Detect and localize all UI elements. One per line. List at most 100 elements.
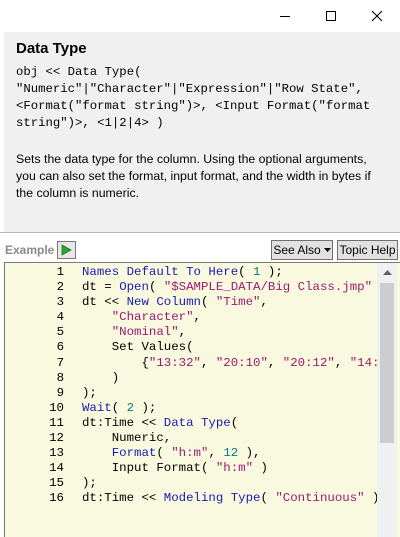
line-code: Set Values( <box>82 340 194 355</box>
help-syntax: obj << Data Type( "Numeric"|"Character"|… <box>16 65 371 130</box>
code-token: , <box>193 310 201 325</box>
line-code: ) <box>82 371 119 386</box>
code-token: ( <box>200 295 216 310</box>
code-token: "Character" <box>111 310 194 325</box>
line-code: ); <box>82 386 97 401</box>
code-token: Open <box>119 280 149 295</box>
minimize-button[interactable] <box>262 0 308 32</box>
run-script-icon <box>61 244 72 256</box>
code-token: "Nominal" <box>111 325 179 340</box>
line-code: dt:Time << Data Type( <box>82 416 238 431</box>
code-token: "h:m" <box>171 446 209 461</box>
chevron-down-icon <box>323 248 331 253</box>
code-token: ( <box>156 446 172 461</box>
code-token: , <box>334 355 350 370</box>
code-token: "h:m" <box>215 461 254 476</box>
code-line: 16 dt:Time << Modeling Type( "Continuous"… <box>5 491 387 506</box>
code-token: ) <box>253 461 268 476</box>
code-token: dt:Time << <box>82 491 164 506</box>
vertical-scrollbar[interactable] <box>377 263 397 537</box>
line-number: 10 <box>49 400 64 415</box>
code-token: 2 <box>126 400 135 415</box>
line-number: 13 <box>49 446 64 461</box>
close-button[interactable] <box>354 0 400 32</box>
line-code: Names Default To Here( 1 ); <box>82 265 283 280</box>
code-token: ( <box>148 280 164 295</box>
code-token: , <box>200 355 216 370</box>
line-code: dt << New Column( "Time", <box>82 295 268 310</box>
code-token: , <box>267 355 283 370</box>
scrollbar-thumb[interactable] <box>380 283 394 443</box>
code-token: Numeric, <box>82 431 172 446</box>
line-number: 9 <box>56 385 64 400</box>
code-token: Wait <box>82 400 112 415</box>
maximize-button[interactable] <box>308 0 354 32</box>
line-number: 15 <box>49 476 64 491</box>
code-token: 12 <box>223 446 239 461</box>
line-number: 14 <box>49 461 64 476</box>
code-token: , <box>178 325 187 340</box>
line-code: Input Format( "h:m" ) <box>82 461 268 476</box>
line-number: 3 <box>56 295 64 310</box>
title-bar <box>0 0 400 32</box>
code-token: Set Values( <box>82 340 194 355</box>
code-token: { <box>82 355 149 370</box>
line-number: 2 <box>56 280 64 295</box>
topic-help-button[interactable]: Topic Help <box>337 240 398 260</box>
code-line: 6 Set Values( <box>5 340 382 355</box>
line-number: 8 <box>56 370 64 385</box>
code-line: 8 ) <box>5 371 382 386</box>
line-code: dt = Open( "$SAMPLE_DATA/Big Class.jmp" … <box>82 280 394 295</box>
run-example-button[interactable] <box>57 241 76 259</box>
line-number: 5 <box>56 325 64 340</box>
code-token: ); <box>260 265 283 279</box>
see-also-button[interactable]: See Also <box>271 240 333 260</box>
code-token: ( <box>238 265 254 279</box>
minimize-icon <box>280 16 290 17</box>
code-token: "Continuous" <box>275 491 365 506</box>
code-token: Data Type <box>163 415 231 430</box>
line-code: "Nominal", <box>82 325 186 340</box>
code-token: , <box>208 446 224 461</box>
see-also-label: See Also <box>273 243 321 257</box>
line-number: 4 <box>56 310 64 325</box>
code-line: 4 "Character", <box>5 310 382 325</box>
code-token: "Time" <box>215 295 261 310</box>
example-label: Example <box>5 243 55 257</box>
code-token: dt:Time << <box>82 415 164 430</box>
code-token: Modeling Type <box>163 491 261 506</box>
line-number: 1 <box>56 265 64 279</box>
line-code: "Character", <box>82 310 201 325</box>
line-code: Wait( 2 ); <box>82 401 156 416</box>
example-toolbar: Example See Also Topic Help <box>0 233 400 261</box>
chevron-up-icon <box>382 269 392 275</box>
code-line: 5 "Nominal", <box>5 325 382 340</box>
line-code: dt:Time << Modeling Type( "Continuous" )… <box>82 491 387 506</box>
line-code: {"13:32", "20:10", "20:12", "14:5 <box>82 355 386 371</box>
code-token: ) <box>82 370 120 385</box>
line-number: 16 <box>49 491 64 506</box>
code-token: ); <box>134 400 157 415</box>
line-number: 11 <box>49 415 64 430</box>
code-editor[interactable]: 1 Names Default To Here( 1 ); 2 dt = Open( … <box>4 262 400 537</box>
code-line: 3 dt << New Column( "Time", <box>5 295 382 310</box>
line-code: Numeric, <box>82 431 172 446</box>
code-token: Format <box>111 446 157 461</box>
code-line: 11 dt:Time << Data Type( <box>5 416 382 431</box>
code-line: 1 Names Default To Here( 1 ); <box>5 265 382 280</box>
code-lines: 1 Names Default To Here( 1 ); 2 dt = Open( … <box>5 265 394 507</box>
help-panel: Data Type obj << Data Type( "Numeric"|"C… <box>4 32 400 232</box>
scroll-up-arrow[interactable] <box>377 264 397 281</box>
code-line: 13 Format( "h:m", 12 ), <box>5 446 382 461</box>
line-code: ); <box>82 476 97 491</box>
code-token: New Column <box>126 295 201 310</box>
maximize-icon <box>326 11 336 21</box>
code-token: "13:32" <box>148 355 201 370</box>
code-token: , <box>260 295 268 310</box>
code-token: ), <box>238 446 261 461</box>
code-token: ); <box>82 385 97 400</box>
help-title: Data Type <box>16 40 87 57</box>
